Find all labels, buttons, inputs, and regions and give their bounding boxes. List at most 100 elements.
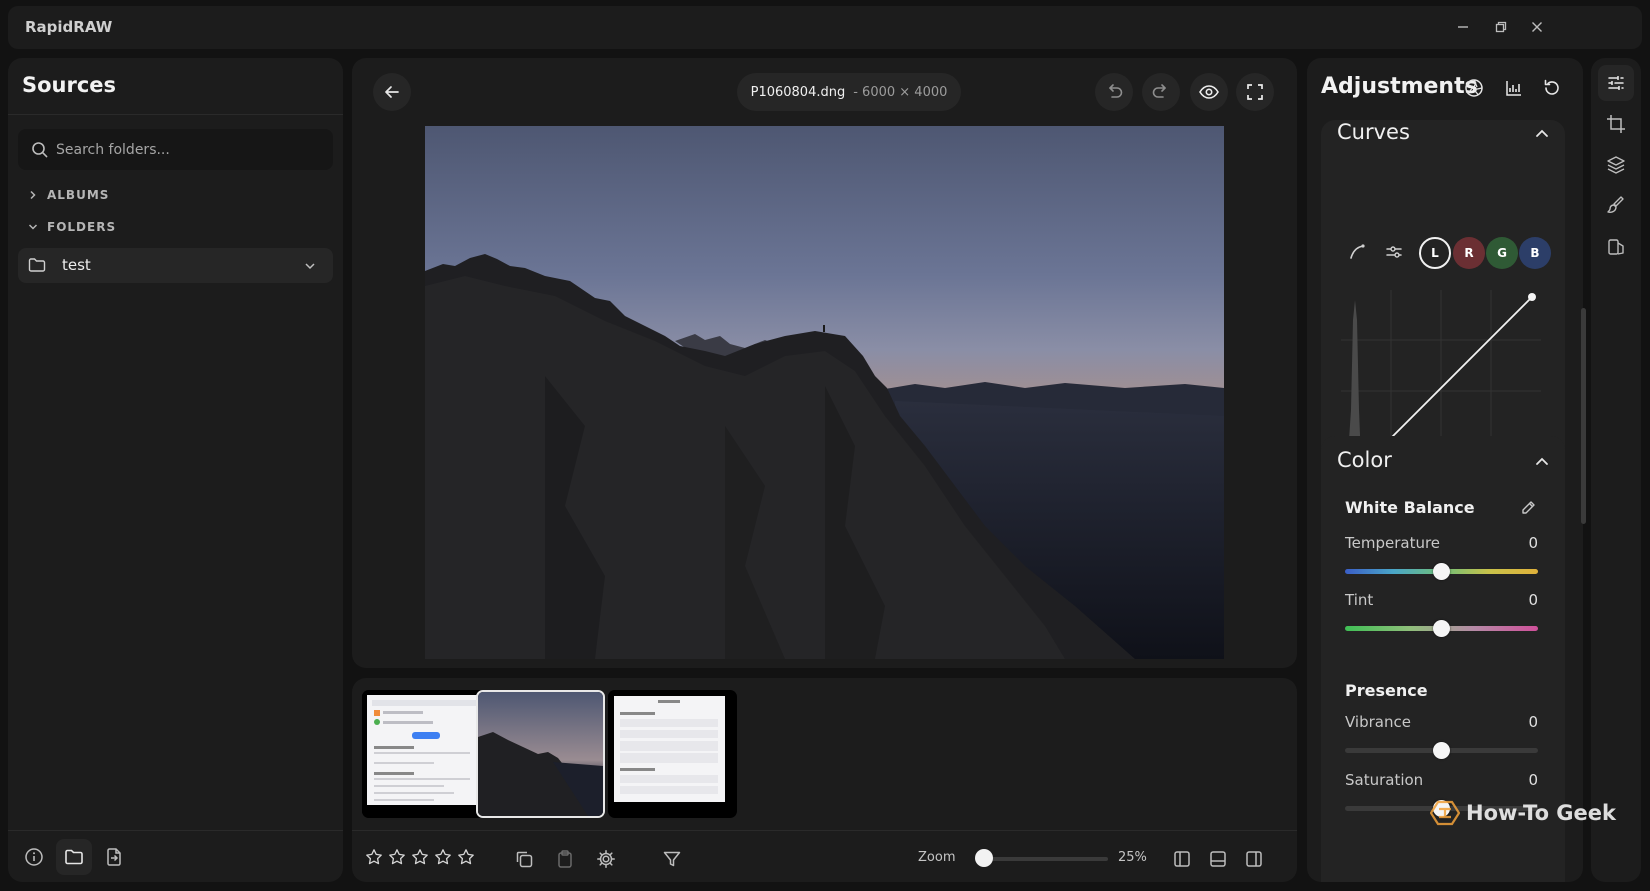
- folder-search[interactable]: [18, 129, 333, 170]
- white-balance-heading: White Balance: [1345, 498, 1475, 517]
- brush-tool-button[interactable]: [1598, 188, 1634, 224]
- fullscreen-button[interactable]: [1236, 73, 1274, 111]
- channel-red-button[interactable]: R: [1453, 237, 1485, 269]
- vibrance-slider-thumb[interactable]: [1433, 742, 1450, 759]
- aperture-icon: [1465, 79, 1483, 97]
- settings-button[interactable]: [592, 845, 620, 873]
- title-bar: RapidRAW: [8, 6, 1642, 49]
- toggle-left-panel-button[interactable]: [1168, 845, 1196, 873]
- image-viewer: P1060804.dng - 6000 × 4000: [352, 58, 1297, 668]
- file-name: P1060804.dng: [750, 84, 846, 100]
- redo-button[interactable]: [1142, 73, 1180, 111]
- restore-button[interactable]: [1490, 16, 1512, 38]
- saturation-value[interactable]: 0: [1511, 771, 1538, 789]
- info-icon: [25, 848, 43, 866]
- back-button[interactable]: [373, 73, 411, 111]
- app-title: RapidRAW: [25, 18, 113, 36]
- undo-icon: [1109, 84, 1123, 98]
- filter-button[interactable]: [658, 845, 686, 873]
- folders-section[interactable]: FOLDERS: [28, 217, 116, 237]
- filmstrip: Zoom 25%: [352, 678, 1297, 882]
- restore-icon: [1495, 21, 1507, 33]
- search-icon: [32, 142, 48, 158]
- paste-settings-button[interactable]: [551, 845, 579, 873]
- curve-points-icon[interactable]: [1385, 243, 1403, 261]
- watermark-text: How-To Geek: [1466, 801, 1616, 825]
- adjustments-tool-button[interactable]: [1598, 65, 1634, 101]
- undo-button[interactable]: [1095, 73, 1133, 111]
- search-input[interactable]: [56, 139, 316, 160]
- tint-value[interactable]: 0: [1511, 591, 1538, 609]
- thumbnail-selected[interactable]: [476, 690, 605, 818]
- chevron-up-icon[interactable]: [1533, 453, 1551, 471]
- channel-label: G: [1497, 246, 1507, 260]
- thumbnail[interactable]: [362, 690, 491, 818]
- brush-icon: [1607, 196, 1624, 213]
- histogram-button[interactable]: [1503, 77, 1525, 99]
- folders-label: FOLDERS: [47, 220, 117, 234]
- settings-gear-icon: [597, 850, 615, 868]
- star-rating[interactable]: [365, 848, 475, 866]
- layers-tool-button[interactable]: [1598, 147, 1634, 183]
- adjustments-scrollbar[interactable]: [1581, 308, 1586, 524]
- channel-label: R: [1464, 246, 1474, 260]
- close-button[interactable]: [1526, 16, 1548, 38]
- copy-settings-button[interactable]: [510, 845, 538, 873]
- thumbnail-image: [478, 692, 603, 816]
- close-icon: [1532, 22, 1542, 32]
- left-panel-icon: [1174, 851, 1190, 867]
- tint-label: Tint: [1345, 591, 1374, 609]
- toggle-bottom-panel-button[interactable]: [1204, 845, 1232, 873]
- channel-label: B: [1530, 246, 1540, 260]
- star-icon[interactable]: [388, 848, 406, 866]
- temperature-value[interactable]: 0: [1511, 534, 1538, 552]
- preview-toggle-button[interactable]: [1190, 73, 1228, 111]
- crop-tool-button[interactable]: [1598, 106, 1634, 142]
- minimize-icon: [1458, 26, 1468, 28]
- channel-green-button[interactable]: G: [1486, 237, 1518, 269]
- chevron-down-icon[interactable]: [303, 259, 317, 273]
- histogram-icon: [1506, 81, 1521, 96]
- temperature-label: Temperature: [1345, 534, 1441, 552]
- star-icon[interactable]: [411, 848, 429, 866]
- auto-adjust-button[interactable]: [1463, 77, 1485, 99]
- fullscreen-icon: [1247, 84, 1263, 100]
- folders-button[interactable]: [56, 839, 92, 875]
- channel-luminance-button[interactable]: L: [1419, 237, 1451, 269]
- export-button[interactable]: [96, 839, 132, 875]
- divider: [8, 830, 343, 831]
- minimize-button[interactable]: [1452, 16, 1474, 38]
- thumbnail[interactable]: [608, 690, 737, 818]
- eyedropper-icon[interactable]: [1519, 499, 1537, 517]
- chevron-right-icon: [30, 190, 36, 200]
- star-icon[interactable]: [434, 848, 452, 866]
- toggle-right-panel-button[interactable]: [1240, 845, 1268, 873]
- file-info: P1060804.dng - 6000 × 4000: [737, 73, 961, 111]
- curve-pen-icon[interactable]: [1348, 243, 1366, 261]
- presence-heading: Presence: [1345, 681, 1428, 700]
- temperature-slider-thumb[interactable]: [1433, 563, 1450, 580]
- color-title: Color: [1337, 448, 1392, 472]
- star-icon[interactable]: [365, 848, 383, 866]
- zoom-label: Zoom: [918, 850, 956, 865]
- curve-point-white: [1528, 293, 1536, 301]
- file-dimensions: - 6000 × 4000: [853, 84, 948, 100]
- adjustments-title: Adjustments: [1321, 74, 1478, 99]
- channel-blue-button[interactable]: B: [1519, 237, 1551, 269]
- export-icon: [107, 848, 121, 866]
- zoom-slider[interactable]: [980, 857, 1108, 861]
- zoom-slider-thumb[interactable]: [975, 849, 993, 867]
- tool-sidebar: [1591, 58, 1641, 882]
- presets-tool-button[interactable]: [1598, 229, 1634, 265]
- chevron-up-icon[interactable]: [1533, 125, 1551, 143]
- vibrance-value[interactable]: 0: [1511, 713, 1538, 731]
- redo-icon: [1152, 84, 1166, 98]
- reset-button[interactable]: [1541, 77, 1563, 99]
- main-photo[interactable]: [425, 126, 1224, 659]
- albums-section[interactable]: ALBUMS: [28, 185, 109, 205]
- chevron-down-icon: [28, 224, 38, 230]
- star-icon[interactable]: [457, 848, 475, 866]
- info-button[interactable]: [16, 839, 52, 875]
- tint-slider-thumb[interactable]: [1433, 620, 1450, 637]
- folder-item-test[interactable]: test: [18, 248, 333, 283]
